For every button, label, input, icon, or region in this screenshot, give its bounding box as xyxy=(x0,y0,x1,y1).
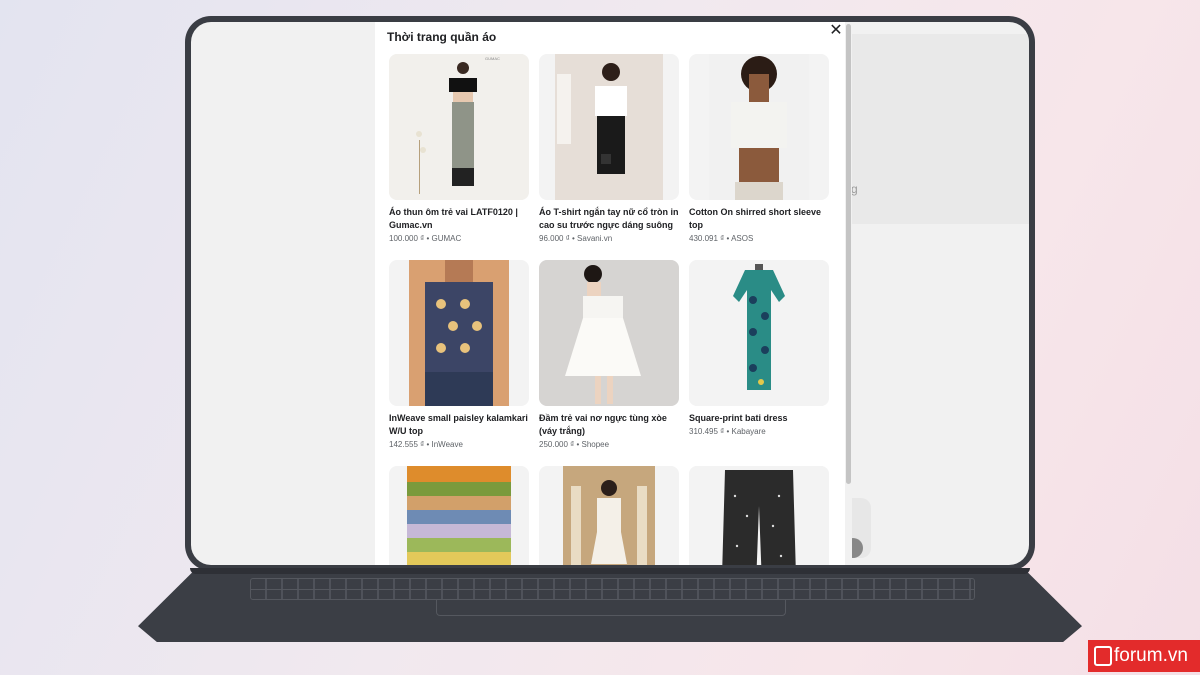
product-price: 100.000 ₫ xyxy=(389,234,425,243)
product-seller: Shopee xyxy=(581,440,610,449)
laptop-touchpad xyxy=(436,600,786,616)
product-title[interactable]: Cotton On shirred short sleeve top xyxy=(689,206,829,232)
product-title[interactable]: Áo T-shirt ngắn tay nữ cổ tròn in cao su… xyxy=(539,206,679,232)
product-image[interactable] xyxy=(689,54,829,200)
product-image[interactable] xyxy=(689,260,829,406)
product-title[interactable]: InWeave small paisley kalamkari W/U top xyxy=(389,412,529,438)
product-price: 310.495 ₫ xyxy=(689,427,725,436)
product-card[interactable]: Đầm trẻ vai nơ ngực tùng xòe (váy trắng)… xyxy=(539,260,679,454)
shopping-modal: Thời trang quần áo ✕ GUMAC Áo thun ôm tr… xyxy=(375,22,852,565)
background-partial-text: g xyxy=(851,182,858,196)
product-card[interactable]: GUMAC Áo thun ôm trẻ vai LATF0120 | Guma… xyxy=(389,54,529,248)
product-card[interactable]: Square-print bati dress 310.495 ₫ • Kaba… xyxy=(689,260,829,454)
product-image[interactable]: GUMAC xyxy=(389,54,529,200)
product-card[interactable]: Cotton On shirred short sleeve top 430.0… xyxy=(689,54,829,248)
product-seller: ASOS xyxy=(731,234,754,243)
product-price: 250.000 ₫ xyxy=(539,440,575,449)
product-image[interactable] xyxy=(539,466,679,565)
product-card[interactable] xyxy=(539,466,679,565)
product-price: 142.555 ₫ xyxy=(389,440,425,449)
brand-mark: GUMAC xyxy=(485,56,500,61)
product-seller: Kabayare xyxy=(731,427,766,436)
product-image[interactable] xyxy=(539,54,679,200)
product-image[interactable] xyxy=(389,260,529,406)
product-title[interactable]: Square-print bati dress xyxy=(689,412,829,425)
product-title[interactable]: Áo thun ôm trẻ vai LATF0120 | Gumac.vn xyxy=(389,206,529,232)
product-card[interactable] xyxy=(689,466,829,565)
close-icon[interactable]: ✕ xyxy=(827,22,845,40)
product-meta: 430.091 ₫ • ASOS xyxy=(689,234,754,243)
product-image[interactable] xyxy=(689,466,829,565)
product-seller: InWeave xyxy=(431,440,463,449)
product-meta: 250.000 ₫ • Shopee xyxy=(539,440,610,449)
product-price: 430.091 ₫ xyxy=(689,234,725,243)
scrollbar-thumb[interactable] xyxy=(846,24,851,484)
forum-logo: forum.vn xyxy=(1088,640,1200,672)
scrollbar[interactable] xyxy=(845,22,852,565)
product-seller: GUMAC xyxy=(431,234,462,243)
product-price: 96.000 ₫ xyxy=(539,234,570,243)
product-title[interactable]: Đầm trẻ vai nơ ngực tùng xòe (váy trắng) xyxy=(539,412,679,438)
laptop-keyboard xyxy=(250,578,975,600)
product-seller: Savani.vn xyxy=(577,234,613,243)
product-card[interactable] xyxy=(389,466,529,565)
product-grid: GUMAC Áo thun ôm trẻ vai LATF0120 | Guma… xyxy=(389,54,829,565)
product-meta: 310.495 ₫ • Kabayare xyxy=(689,427,766,436)
logo-s-icon xyxy=(1094,646,1112,666)
product-meta: 142.555 ₫ • InWeave xyxy=(389,440,463,449)
product-image[interactable] xyxy=(389,466,529,565)
product-card[interactable]: Áo T-shirt ngắn tay nữ cổ tròn in cao su… xyxy=(539,54,679,248)
modal-title: Thời trang quần áo xyxy=(387,30,497,44)
laptop-hinge xyxy=(190,568,1030,574)
product-card[interactable]: InWeave small paisley kalamkari W/U top … xyxy=(389,260,529,454)
product-image[interactable] xyxy=(539,260,679,406)
watermark-text: forum.vn xyxy=(1114,645,1188,666)
product-meta: 100.000 ₫ • GUMAC xyxy=(389,234,462,243)
product-meta: 96.000 ₫ • Savani.vn xyxy=(539,234,613,243)
